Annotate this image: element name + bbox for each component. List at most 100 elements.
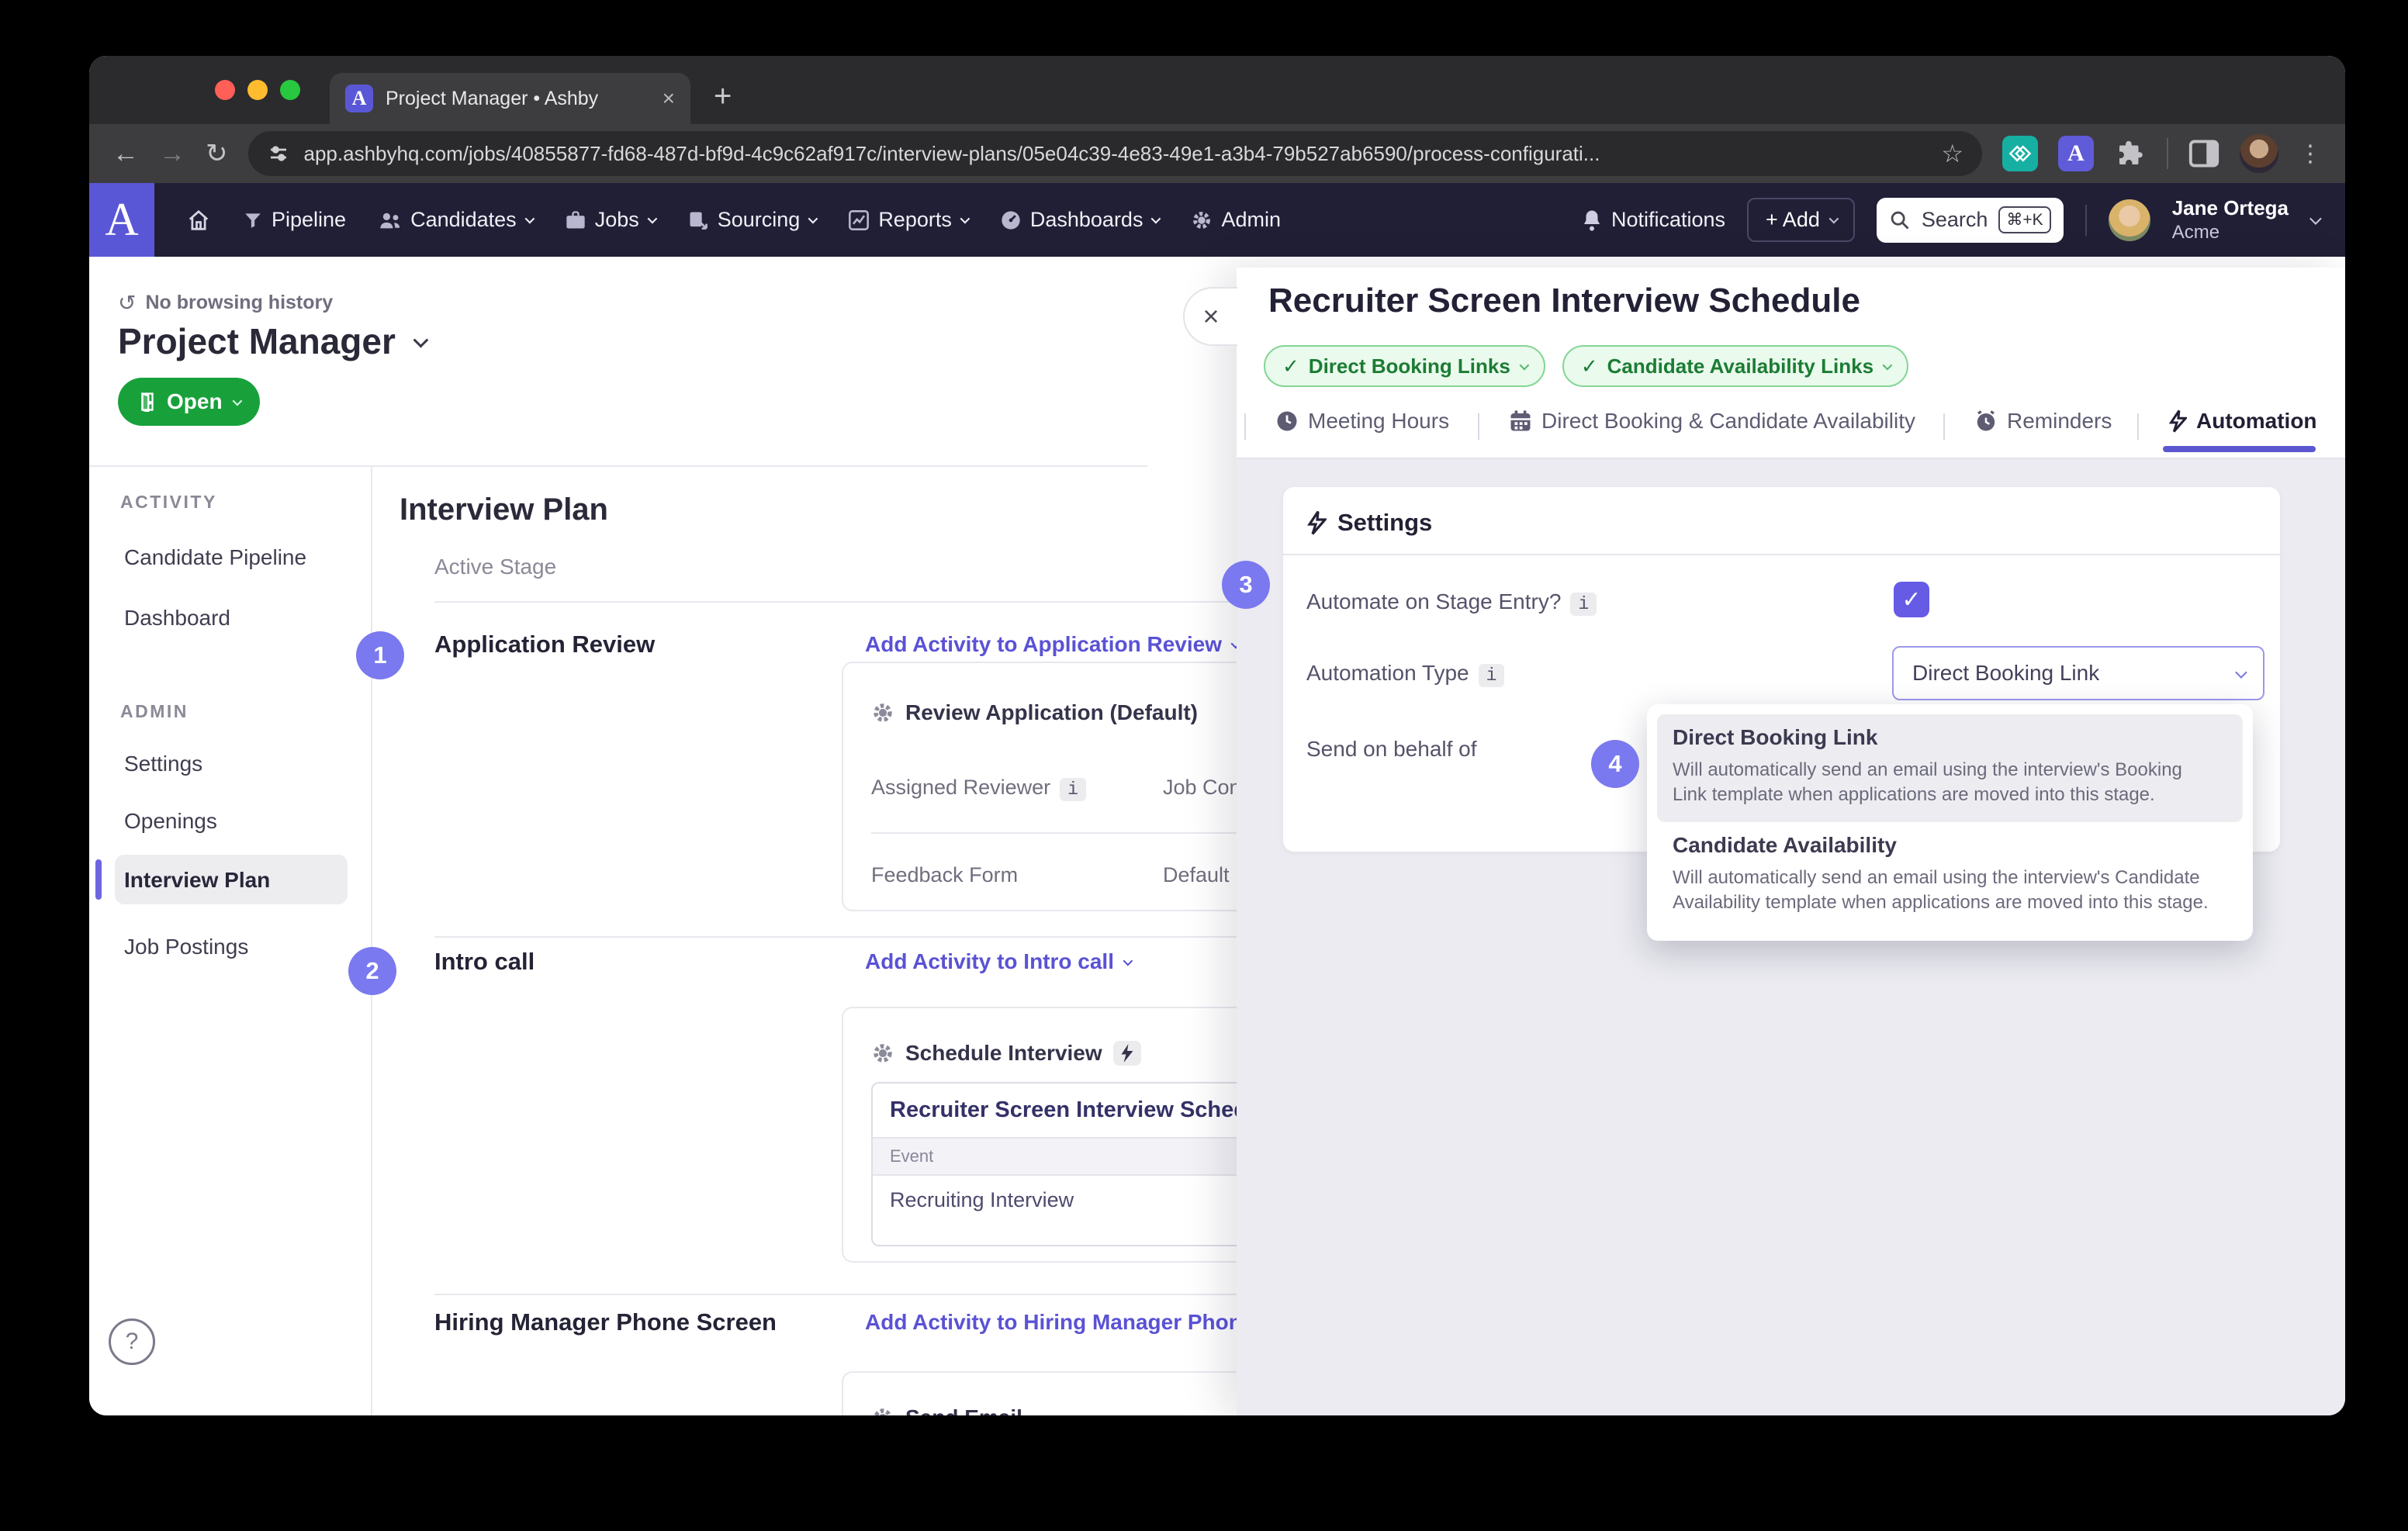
search-button[interactable]: Search ⌘+K xyxy=(1876,197,2064,243)
chevron-down-icon[interactable] xyxy=(413,332,429,348)
event-label: Event xyxy=(873,1137,1279,1176)
tab-direct-booking-candidate-availability[interactable]: Direct Booking & Candidate Availability xyxy=(1509,409,1915,434)
dashboards-gauge-icon xyxy=(1002,210,1020,230)
chevron-down-icon xyxy=(2309,213,2322,225)
navbar-right: Notifications + Add Search ⌘+K Jane Orte… xyxy=(1581,196,2345,244)
panel-close-button[interactable]: × xyxy=(1183,287,1237,346)
ashby-extension-icon[interactable]: A xyxy=(2058,136,2094,171)
add-activity-label: Add Activity to Intro call xyxy=(865,949,1114,973)
reload-icon[interactable]: ↻ xyxy=(206,138,228,169)
help-button[interactable]: ? xyxy=(109,1318,155,1365)
setting-label-text: Automate on Stage Entry? xyxy=(1306,589,1562,613)
tab-divider xyxy=(1478,413,1479,440)
ashby-logo[interactable]: A xyxy=(89,183,154,257)
bookmark-star-icon[interactable]: ☆ xyxy=(1941,139,1963,168)
add-activity-link[interactable]: Add Activity to Hiring Manager Phone Scr xyxy=(865,1310,1295,1335)
dropdown-option-direct-booking-link[interactable]: Direct Booking Link Will automatically s… xyxy=(1657,714,2243,823)
traffic-light-minimize[interactable] xyxy=(247,80,268,100)
add-activity-label: Add Activity to Hiring Manager Phone Scr xyxy=(865,1310,1296,1334)
chevron-down-icon xyxy=(1151,213,1161,224)
sidebar-item-openings[interactable]: Openings xyxy=(124,809,217,834)
add-activity-label: Add Activity to Application Review xyxy=(865,632,1222,656)
automation-type-dropdown: Direct Booking Link Will automatically s… xyxy=(1647,704,2253,941)
close-icon: × xyxy=(1202,300,1220,332)
add-button-label: + Add xyxy=(1766,208,1820,231)
dropdown-option-candidate-availability[interactable]: Candidate Availability Will automaticall… xyxy=(1657,822,2243,930)
new-tab-button[interactable]: + xyxy=(714,79,732,114)
automation-type-select[interactable]: Direct Booking Link xyxy=(1892,646,2264,700)
active-stage-label: Active Stage xyxy=(434,555,557,579)
info-badge[interactable]: i xyxy=(1570,593,1597,616)
browser-profile-avatar[interactable] xyxy=(2240,134,2278,173)
tab-label: Meeting Hours xyxy=(1308,409,1450,433)
automation-type-label: Automation Type i xyxy=(1306,661,1505,687)
browser-tab[interactable]: A Project Manager • Ashby × xyxy=(330,73,690,124)
badge-label: Direct Booking Links xyxy=(1308,354,1510,378)
settings-divider xyxy=(1283,554,2280,555)
nav-item-reports[interactable]: Reports xyxy=(848,208,970,232)
check-icon: ✓ xyxy=(1580,354,1598,378)
nav-item-label: Admin xyxy=(1221,208,1281,231)
traffic-light-zoom[interactable] xyxy=(280,80,300,100)
site-settings-icon[interactable] xyxy=(267,142,290,165)
nav-item-dashboards[interactable]: Dashboards xyxy=(1000,208,1161,232)
candidate-availability-links-badge[interactable]: ✓ Candidate Availability Links xyxy=(1562,345,1909,387)
chevron-down-icon xyxy=(647,213,658,224)
extension-icon-teal[interactable] xyxy=(2002,136,2038,171)
check-icon: ✓ xyxy=(1282,354,1299,378)
gear-icon xyxy=(874,703,892,722)
nav-item-label: Sourcing xyxy=(717,208,801,231)
tab-title: Project Manager • Ashby xyxy=(386,87,599,109)
home-nav-button[interactable] xyxy=(187,209,210,232)
back-icon[interactable]: ← xyxy=(112,139,139,169)
info-badge[interactable]: i xyxy=(1060,778,1086,801)
tab-automation[interactable]: Automation xyxy=(2168,409,2317,434)
nav-item-admin[interactable]: Admin xyxy=(1191,208,1281,232)
sidebar-item-dashboard[interactable]: Dashboard xyxy=(124,606,230,631)
chevron-down-icon xyxy=(960,213,970,224)
sidebar-toggle-icon[interactable] xyxy=(2188,140,2219,168)
notifications-button[interactable]: Notifications xyxy=(1581,208,1725,232)
sidebar-item-candidate-pipeline[interactable]: Candidate Pipeline xyxy=(124,545,306,570)
user-identity[interactable]: Jane Ortega Acme xyxy=(2172,196,2289,244)
nav-item-jobs[interactable]: Jobs xyxy=(565,208,658,232)
direct-booking-links-badge[interactable]: ✓ Direct Booking Links xyxy=(1264,345,1545,387)
url-text[interactable]: app.ashbyhq.com/jobs/40855877-fd68-487d-… xyxy=(304,142,1928,166)
sidebar-item-interview-plan[interactable]: Interview Plan xyxy=(124,868,270,893)
setting-label-text: Automation Type xyxy=(1306,661,1469,685)
stage-name-hiring-manager-phone-screen: Hiring Manager Phone Screen xyxy=(434,1308,777,1336)
url-bar[interactable]: app.ashbyhq.com/jobs/40855877-fd68-487d-… xyxy=(247,131,1982,176)
sidebar-item-settings[interactable]: Settings xyxy=(124,752,202,776)
browsing-history[interactable]: ↺ No browsing history xyxy=(118,290,333,316)
info-badge[interactable]: i xyxy=(1478,664,1505,687)
browser-menu-icon[interactable]: ⋮ xyxy=(2299,140,2322,168)
add-activity-link[interactable]: Add Activity to Intro call xyxy=(865,949,1133,974)
door-icon xyxy=(141,392,154,412)
user-avatar[interactable] xyxy=(2108,199,2150,241)
automate-checkbox[interactable]: ✓ xyxy=(1894,582,1929,617)
tab-close-icon[interactable]: × xyxy=(663,86,675,111)
job-title-row[interactable]: Project Manager xyxy=(118,320,429,362)
nav-item-sourcing[interactable]: Sourcing xyxy=(687,208,818,232)
add-activity-link[interactable]: Add Activity to Application Review xyxy=(865,632,1241,657)
add-button[interactable]: + Add xyxy=(1747,198,1855,242)
activity-card-header: Schedule Interview xyxy=(871,1041,1141,1066)
job-status-button[interactable]: Open xyxy=(118,378,260,426)
interview-schedule-card[interactable]: Recruiter Screen Interview Schedule Even… xyxy=(871,1082,1281,1246)
browser-tab-strip: A Project Manager • Ashby × + xyxy=(89,56,2345,124)
extensions-puzzle-icon[interactable] xyxy=(2114,137,2147,170)
chevron-down-icon xyxy=(1828,213,1839,224)
tab-reminders[interactable]: Reminders xyxy=(1974,409,2112,434)
interview-schedule-title[interactable]: Recruiter Screen Interview Schedule xyxy=(873,1083,1279,1137)
sidebar-section-activity: ACTIVITY xyxy=(120,492,217,512)
field-label: Feedback Form xyxy=(871,863,1019,886)
nav-item-candidates[interactable]: Candidates xyxy=(379,208,535,232)
sidebar-item-job-postings[interactable]: Job Postings xyxy=(124,935,248,959)
nav-item-pipeline[interactable]: Pipeline xyxy=(243,208,346,232)
settings-title: Settings xyxy=(1337,509,1433,536)
history-icon: ↺ xyxy=(118,291,137,315)
user-name: Jane Ortega xyxy=(2171,196,2289,219)
traffic-light-close[interactable] xyxy=(215,80,235,100)
tab-meeting-hours[interactable]: Meeting Hours xyxy=(1275,409,1449,434)
event-value[interactable]: Recruiting Interview xyxy=(873,1176,1279,1225)
